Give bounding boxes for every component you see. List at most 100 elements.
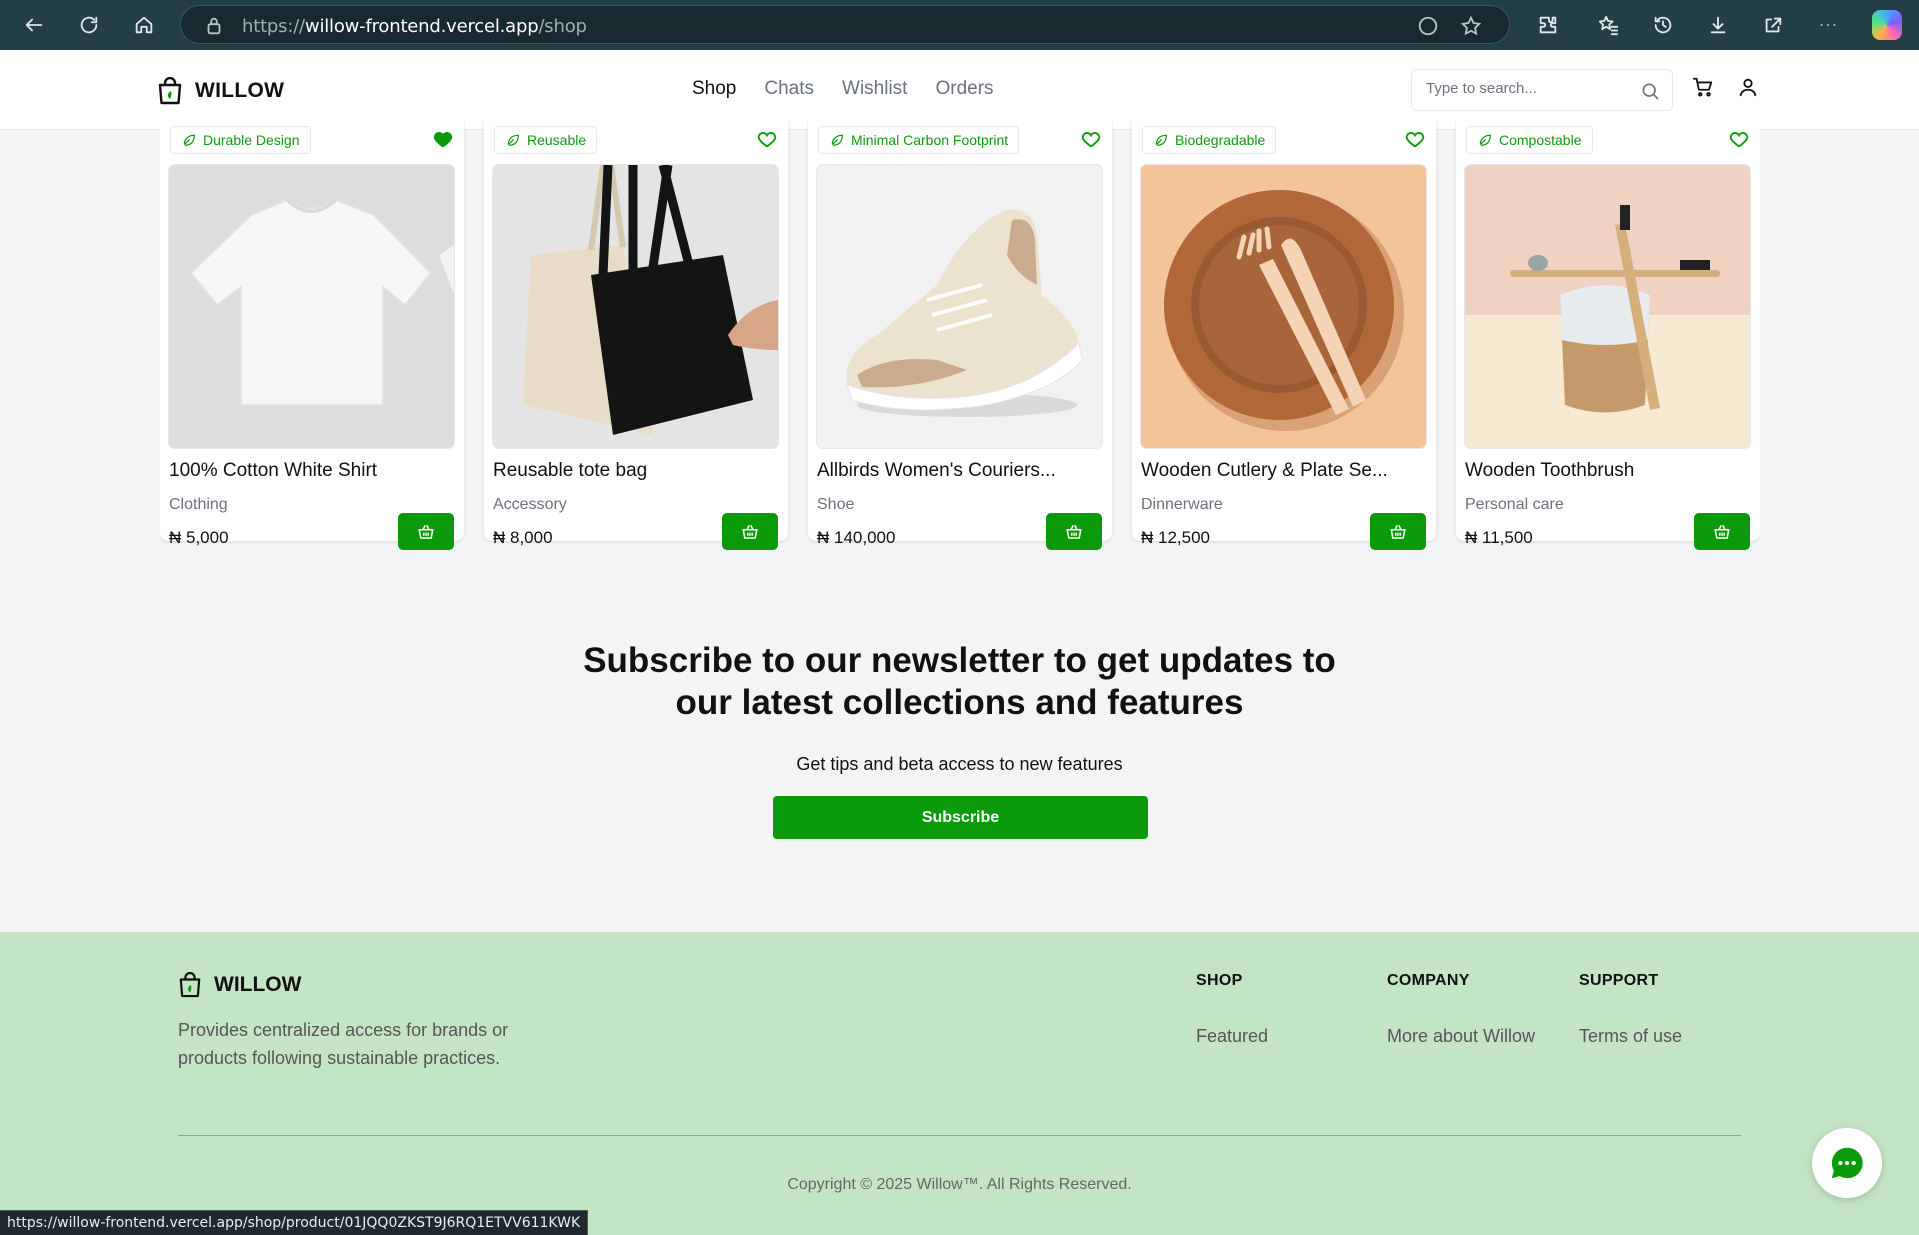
nav-shop[interactable]: Shop: [692, 78, 736, 100]
lock-icon[interactable]: [203, 15, 225, 42]
footer-link-featured[interactable]: Featured: [1196, 1026, 1268, 1047]
product-price: ₦ 12,500: [1141, 528, 1210, 547]
add-to-cart-button[interactable]: [1046, 513, 1102, 550]
downloads-icon[interactable]: [1703, 10, 1733, 40]
search-box: [1411, 69, 1673, 111]
wishlist-heart-icon[interactable]: [1080, 128, 1102, 150]
product-title[interactable]: Wooden Toothbrush: [1465, 460, 1750, 482]
footer-column-heading: SUPPORT: [1579, 972, 1659, 989]
history-icon[interactable]: [1648, 10, 1678, 40]
product-title[interactable]: Allbirds Women's Couriers...: [817, 460, 1102, 482]
product-price: ₦ 8,000: [493, 528, 553, 547]
address-bar[interactable]: https://willow-frontend.vercel.app/shop: [180, 5, 1510, 44]
copyright-text: Copyright © 2025 Willow™. All Rights Res…: [787, 1176, 1132, 1193]
footer-brand[interactable]: WILLOW: [178, 972, 301, 998]
newsletter-subtext: Get tips and beta access to new features: [796, 754, 1123, 774]
product-title[interactable]: Wooden Cutlery & Plate Se...: [1141, 460, 1426, 482]
home-icon[interactable]: [129, 10, 159, 40]
sustainability-tag: Biodegradable: [1142, 126, 1277, 154]
footer-link-about[interactable]: More about Willow: [1387, 1026, 1535, 1047]
product-price: ₦ 5,000: [169, 528, 229, 547]
back-arrow-icon[interactable]: [19, 10, 49, 40]
main-nav: Shop Chats Wishlist Orders: [692, 78, 994, 100]
footer-column-shop: SHOP Featured: [1196, 972, 1268, 1047]
address-url: https://willow-frontend.vercel.app/shop: [242, 16, 587, 37]
product-image-toothbrush[interactable]: [1465, 165, 1750, 448]
browser-toolbar: https://willow-frontend.vercel.app/shop: [0, 0, 1919, 50]
cart-icon[interactable]: [1692, 76, 1714, 103]
product-grid: Durable Design 100% Cotton White Shirt C…: [160, 120, 1760, 561]
footer-column-support: SUPPORT Terms of use: [1579, 972, 1682, 1047]
product-image-sneaker[interactable]: [817, 165, 1102, 448]
footer-brand-name: WILLOW: [214, 973, 302, 996]
leaf-icon: [831, 134, 843, 146]
wishlist-heart-icon[interactable]: [756, 128, 778, 150]
product-category: Accessory: [493, 496, 567, 513]
basket-icon: [1714, 524, 1730, 539]
product-image-wooden-cutlery[interactable]: [1141, 165, 1426, 448]
brand-name: WILLOW: [195, 79, 285, 102]
chat-button[interactable]: [1812, 1128, 1882, 1198]
footer-description: Provides centralized access for brands o…: [178, 1020, 509, 1068]
sustainability-tag: Minimal Carbon Footprint: [818, 126, 1020, 154]
wishlist-heart-icon[interactable]: [1728, 128, 1750, 150]
product-image-tote-bag[interactable]: [493, 165, 778, 448]
product-image-white-shirt[interactable]: [169, 165, 454, 448]
footer-link-terms[interactable]: Terms of use: [1579, 1026, 1682, 1047]
more-options-icon[interactable]: [1813, 10, 1843, 40]
footer-column-company: COMPANY More about Willow: [1387, 972, 1535, 1047]
product-category: Clothing: [169, 496, 228, 513]
basket-icon: [742, 524, 758, 539]
add-to-cart-button[interactable]: [398, 513, 454, 550]
newsletter-section: Subscribe to our newsletter to get updat…: [0, 640, 1919, 839]
footer-divider: [178, 1135, 1741, 1136]
share-icon[interactable]: [1758, 10, 1788, 40]
favorites-icon[interactable]: [1593, 10, 1623, 40]
shopping-bag-leaf-icon: [158, 77, 182, 105]
product-price: ₦ 140,000: [817, 528, 896, 547]
product-category: Shoe: [817, 496, 855, 513]
nav-orders[interactable]: Orders: [935, 78, 993, 100]
refresh-icon[interactable]: [74, 10, 104, 40]
tag-label: Reusable: [527, 132, 587, 148]
newsletter-heading: Subscribe to our newsletter to get updat…: [583, 641, 1336, 722]
sustainability-tag: Compostable: [1466, 126, 1593, 154]
site-footer: WILLOW Provides centralized access for b…: [0, 932, 1919, 1235]
search-input[interactable]: [1426, 80, 1626, 97]
product-card[interactable]: Biodegradable Wooden Cutlery & Plate Se.…: [1132, 120, 1436, 550]
product-title[interactable]: Reusable tote bag: [493, 460, 778, 482]
leaf-icon: [1155, 134, 1167, 146]
extensions-icon[interactable]: [1533, 10, 1563, 40]
reading-mode-icon[interactable]: [1417, 15, 1439, 42]
chat-bubble-icon: [1831, 1147, 1863, 1179]
sustainability-tag: Durable Design: [170, 126, 311, 154]
product-card[interactable]: Reusable Reusable tote bag Accessory ₦ 8…: [484, 120, 788, 550]
tag-label: Compostable: [1499, 132, 1582, 148]
leaf-icon: [1479, 134, 1491, 146]
subscribe-button[interactable]: Subscribe: [773, 796, 1148, 839]
add-to-cart-button[interactable]: [1370, 513, 1426, 550]
product-category: Personal care: [1465, 496, 1564, 513]
user-account-icon[interactable]: [1737, 76, 1759, 103]
basket-icon: [1390, 524, 1406, 539]
wishlist-heart-icon[interactable]: [432, 128, 454, 150]
footer-column-heading: COMPANY: [1387, 972, 1470, 989]
sustainability-tag: Reusable: [494, 126, 598, 154]
wishlist-heart-icon[interactable]: [1404, 128, 1426, 150]
copilot-icon[interactable]: [1872, 10, 1902, 40]
product-card[interactable]: Compostable Wooden Toothbrush Personal c…: [1456, 120, 1760, 550]
add-to-cart-button[interactable]: [722, 513, 778, 550]
leaf-icon: [183, 134, 195, 146]
tag-label: Biodegradable: [1175, 132, 1266, 148]
brand-logo[interactable]: WILLOW: [157, 77, 284, 105]
tag-label: Durable Design: [203, 132, 300, 148]
search-icon[interactable]: [1640, 81, 1660, 106]
favorite-star-icon[interactable]: [1460, 15, 1482, 42]
nav-chats[interactable]: Chats: [764, 78, 814, 100]
add-to-cart-button[interactable]: [1694, 513, 1750, 550]
product-title[interactable]: 100% Cotton White Shirt: [169, 460, 454, 482]
product-card[interactable]: Minimal Carbon Footprint Allbirds Women'…: [808, 120, 1112, 550]
product-card[interactable]: Durable Design 100% Cotton White Shirt C…: [160, 120, 464, 550]
tag-label: Minimal Carbon Footprint: [851, 132, 1009, 148]
nav-wishlist[interactable]: Wishlist: [842, 78, 907, 100]
